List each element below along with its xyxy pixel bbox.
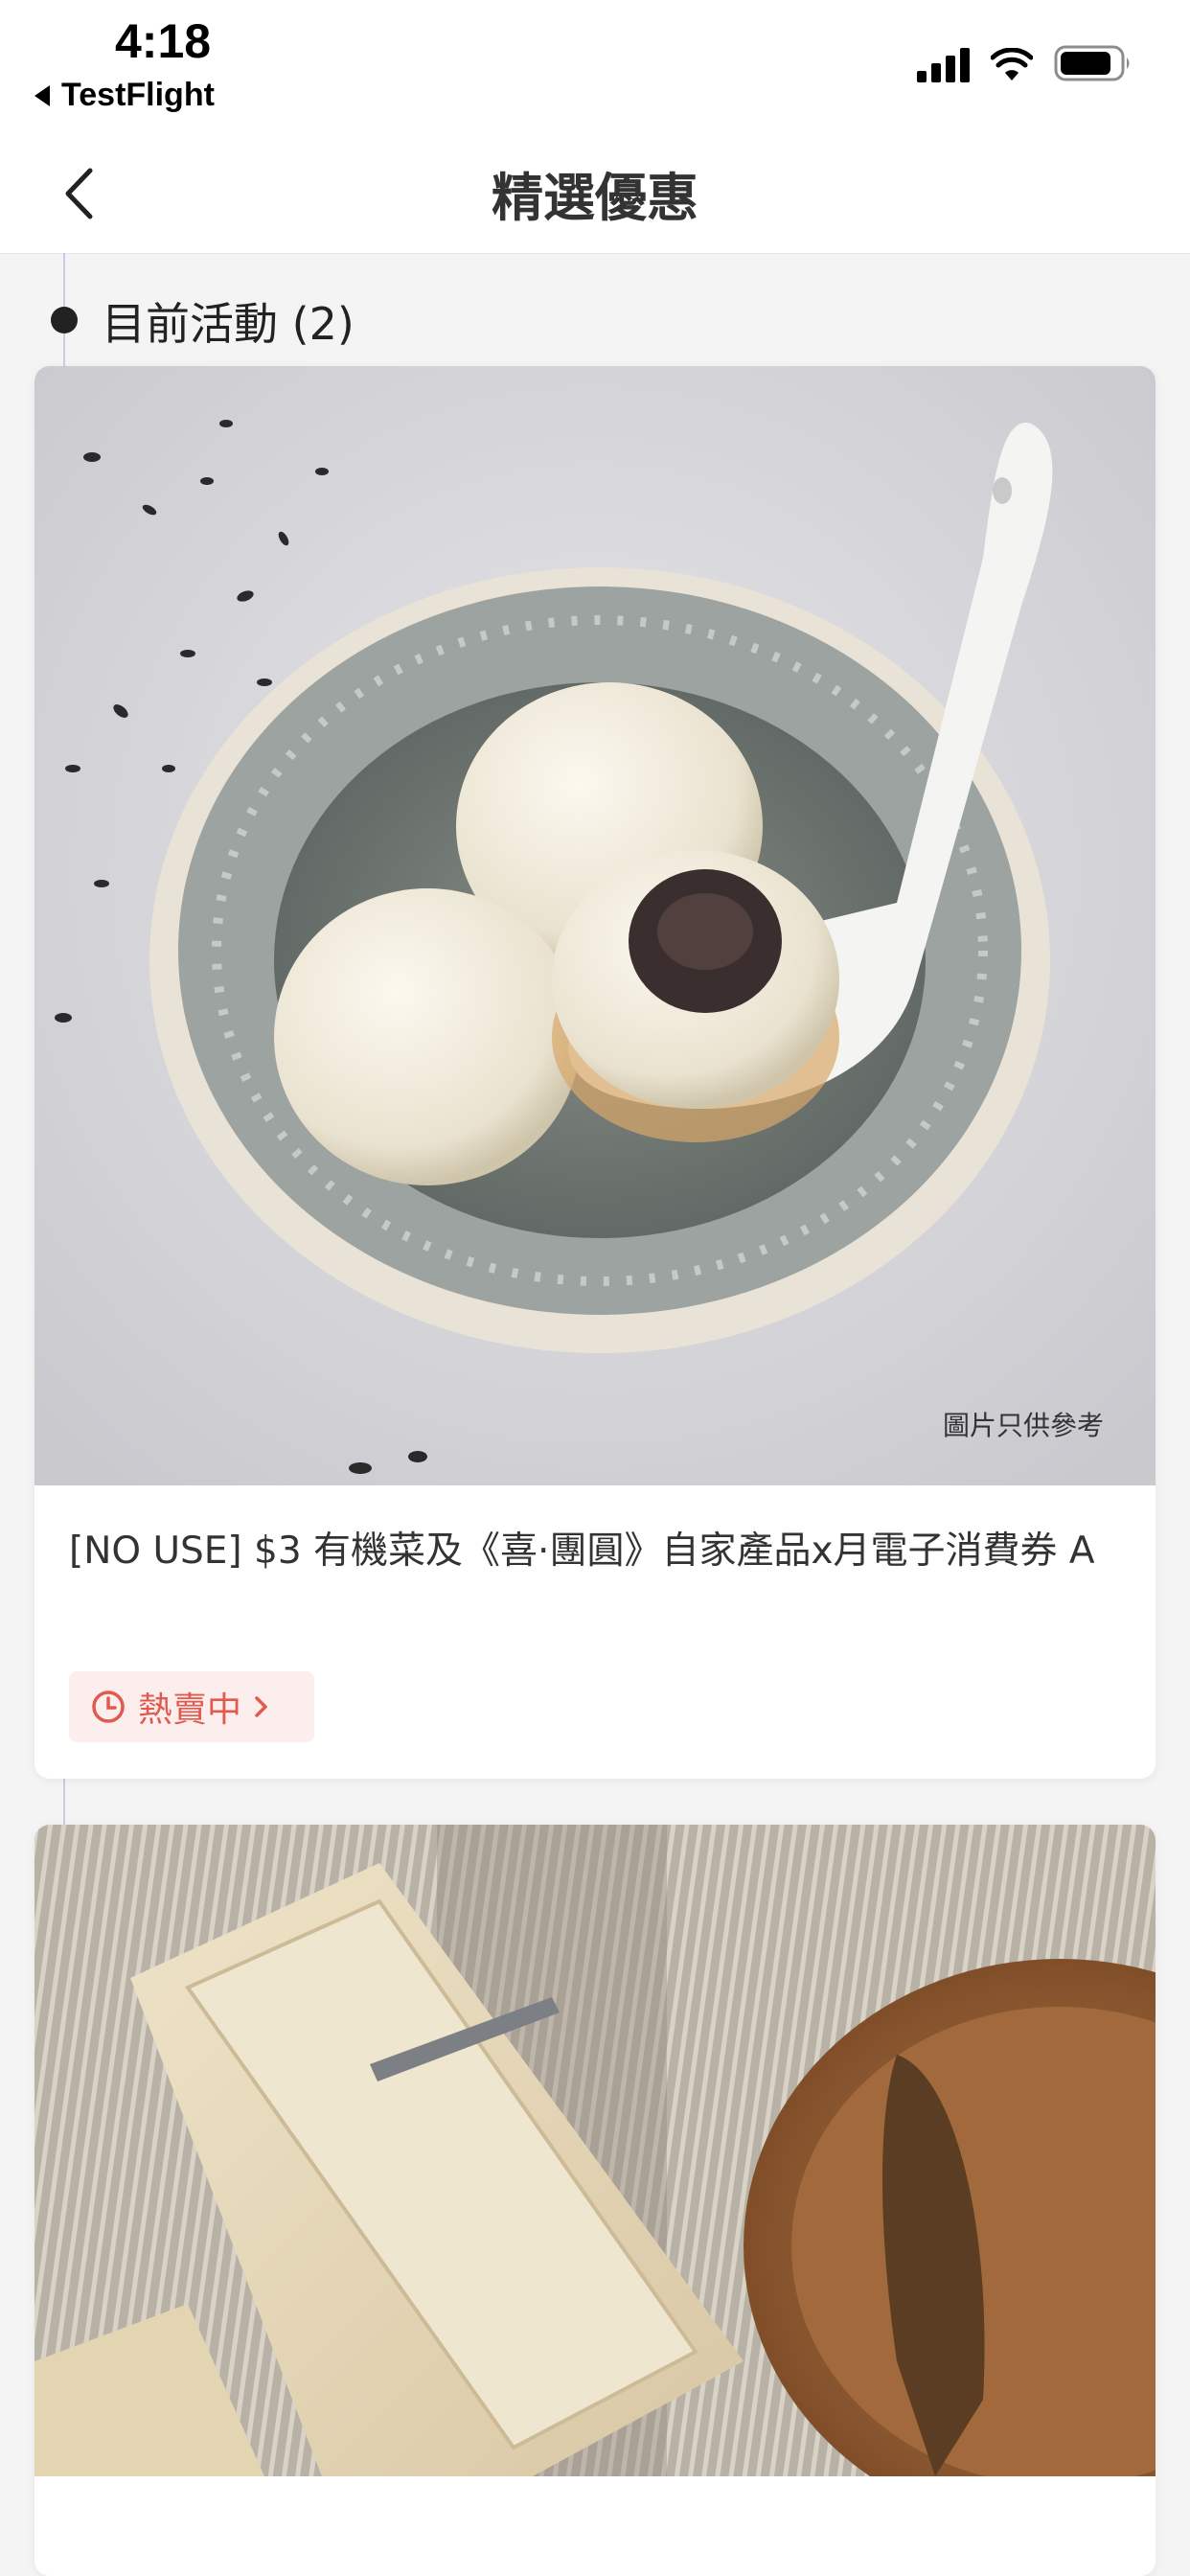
nav-bar: 精選優惠 <box>0 134 1190 254</box>
status-label: 熱賣中 <box>138 1690 242 1730</box>
offer-image-grater <box>34 1825 1156 2476</box>
section-title: 目前活動 (2) <box>102 298 355 350</box>
timeline-dot <box>51 307 78 334</box>
cellular-signal-icon <box>917 46 970 82</box>
page-title: 精選優惠 <box>492 168 698 228</box>
status-badge[interactable]: 熱賣中 <box>69 1671 314 1742</box>
chevron-right-icon <box>255 1696 267 1717</box>
back-triangle-icon <box>34 84 50 106</box>
offer-image-tangyuan: 圖片只供參考 <box>34 366 1156 1485</box>
status-icons <box>917 44 1133 82</box>
offer-card[interactable]: 圖片只供參考 [NO USE] $3 有機菜及《喜·團圓》自家產品x月電子消費券… <box>34 366 1156 1779</box>
back-app-label: TestFlight <box>61 77 215 113</box>
battery-icon <box>1054 45 1130 81</box>
wifi-icon <box>991 48 1033 80</box>
status-bar: 4:18 TestFlight <box>0 0 1190 134</box>
status-time: 4:18 <box>115 14 212 68</box>
clock-icon <box>92 1690 125 1723</box>
image-disclaimer: 圖片只供參考 <box>942 1410 1104 1441</box>
offer-card[interactable] <box>34 1825 1156 2576</box>
back-to-app-button[interactable]: TestFlight <box>34 77 215 114</box>
offer-title: [NO USE] $3 有機菜及《喜·團圓》自家產品x月電子消費券 A <box>69 1530 1095 1573</box>
